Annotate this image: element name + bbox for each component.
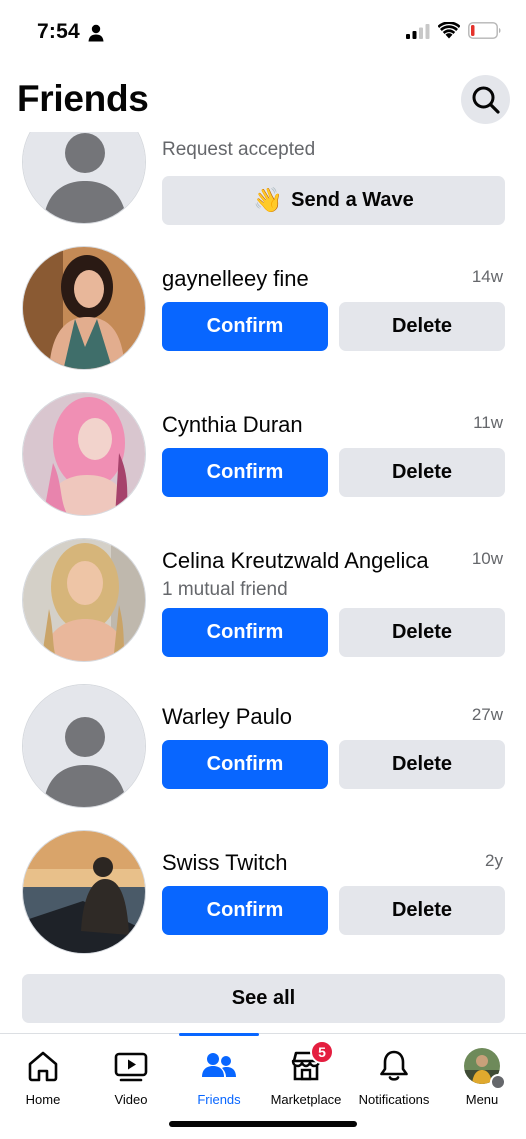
tab-video[interactable]: Video bbox=[83, 1046, 179, 1107]
delete-button[interactable]: Delete bbox=[339, 302, 505, 351]
confirm-button[interactable]: Confirm bbox=[162, 448, 328, 497]
wave-icon: 👋 bbox=[253, 187, 284, 214]
avatar[interactable] bbox=[22, 246, 146, 370]
wifi-icon bbox=[438, 22, 460, 39]
profile-photo bbox=[23, 539, 145, 661]
tab-label: Marketplace bbox=[270, 1092, 342, 1107]
delete-button[interactable]: Delete bbox=[339, 740, 505, 789]
confirm-button[interactable]: Confirm bbox=[162, 302, 328, 351]
menu-overlay-icon bbox=[490, 1074, 506, 1090]
requester-name[interactable]: Swiss Twitch bbox=[162, 850, 288, 876]
requester-name[interactable]: Cynthia Duran bbox=[162, 412, 303, 438]
tab-menu[interactable]: Menu bbox=[434, 1046, 526, 1107]
tab-label: Video bbox=[114, 1092, 148, 1107]
tab-label: Menu bbox=[465, 1092, 499, 1107]
confirm-button[interactable]: Confirm bbox=[162, 886, 328, 935]
requester-name[interactable]: Celina Kreutzwald Angelica bbox=[162, 548, 429, 574]
tab-notifications[interactable]: Notifications bbox=[346, 1046, 442, 1107]
profile-photo bbox=[23, 831, 145, 953]
mutual-friends-count[interactable]: 1 mutual friend bbox=[162, 579, 288, 601]
request-time: 11w bbox=[473, 413, 503, 432]
request-status-text: Request accepted bbox=[162, 139, 316, 160]
status-time: 7:54 bbox=[37, 20, 80, 43]
tab-marketplace[interactable]: 5 Marketplace bbox=[258, 1040, 354, 1107]
delete-button[interactable]: Delete bbox=[339, 448, 505, 497]
tab-home[interactable]: Home bbox=[0, 1046, 91, 1107]
search-icon bbox=[472, 86, 500, 114]
status-indicators bbox=[406, 22, 502, 39]
confirm-button[interactable]: Confirm bbox=[162, 740, 328, 789]
see-all-button[interactable]: See all bbox=[22, 974, 505, 1023]
profile-photo bbox=[23, 393, 145, 515]
profile-photo bbox=[23, 247, 145, 369]
avatar[interactable] bbox=[22, 392, 146, 516]
avatar[interactable] bbox=[22, 684, 146, 808]
battery-icon bbox=[468, 22, 501, 39]
friends-icon bbox=[199, 1046, 239, 1086]
default-avatar-icon bbox=[23, 132, 145, 223]
avatar[interactable] bbox=[22, 538, 146, 662]
marketplace-icon: 5 bbox=[286, 1040, 334, 1086]
signal-icon bbox=[406, 23, 430, 39]
search-button[interactable] bbox=[461, 75, 510, 124]
delete-button[interactable]: Delete bbox=[339, 608, 505, 657]
delete-button[interactable]: Delete bbox=[339, 886, 505, 935]
page-title: Friends bbox=[17, 78, 149, 119]
confirm-button[interactable]: Confirm bbox=[162, 608, 328, 657]
video-icon bbox=[111, 1046, 151, 1086]
requester-name[interactable]: Warley Paulo bbox=[162, 704, 292, 730]
requester-name[interactable]: gaynelleey fine bbox=[162, 266, 309, 292]
avatar[interactable] bbox=[22, 830, 146, 954]
active-tab-indicator bbox=[179, 1033, 259, 1036]
tab-friends[interactable]: Friends bbox=[171, 1046, 267, 1107]
default-avatar-icon bbox=[23, 685, 145, 807]
person-icon bbox=[88, 24, 104, 42]
tab-label: Friends bbox=[197, 1092, 241, 1107]
tab-label: Home bbox=[25, 1092, 61, 1107]
request-time: 27w bbox=[471, 705, 503, 724]
status-bar: 7:54 bbox=[0, 0, 526, 66]
profile-avatar bbox=[462, 1046, 506, 1090]
send-wave-button[interactable]: 👋 Send a Wave bbox=[162, 176, 505, 225]
bell-icon bbox=[374, 1046, 414, 1086]
request-time: 2y bbox=[485, 851, 503, 870]
home-indicator bbox=[169, 1121, 357, 1127]
avatar[interactable] bbox=[22, 132, 146, 224]
friend-requests-list: Request accepted 👋 Send a Wave gaynellee… bbox=[0, 132, 526, 1032]
home-icon bbox=[23, 1046, 63, 1086]
marketplace-badge: 5 bbox=[310, 1040, 334, 1064]
tab-label: Notifications bbox=[358, 1092, 430, 1107]
request-time: 10w bbox=[471, 549, 503, 568]
send-wave-label: Send a Wave bbox=[291, 189, 414, 211]
request-time: 14w bbox=[471, 267, 503, 286]
